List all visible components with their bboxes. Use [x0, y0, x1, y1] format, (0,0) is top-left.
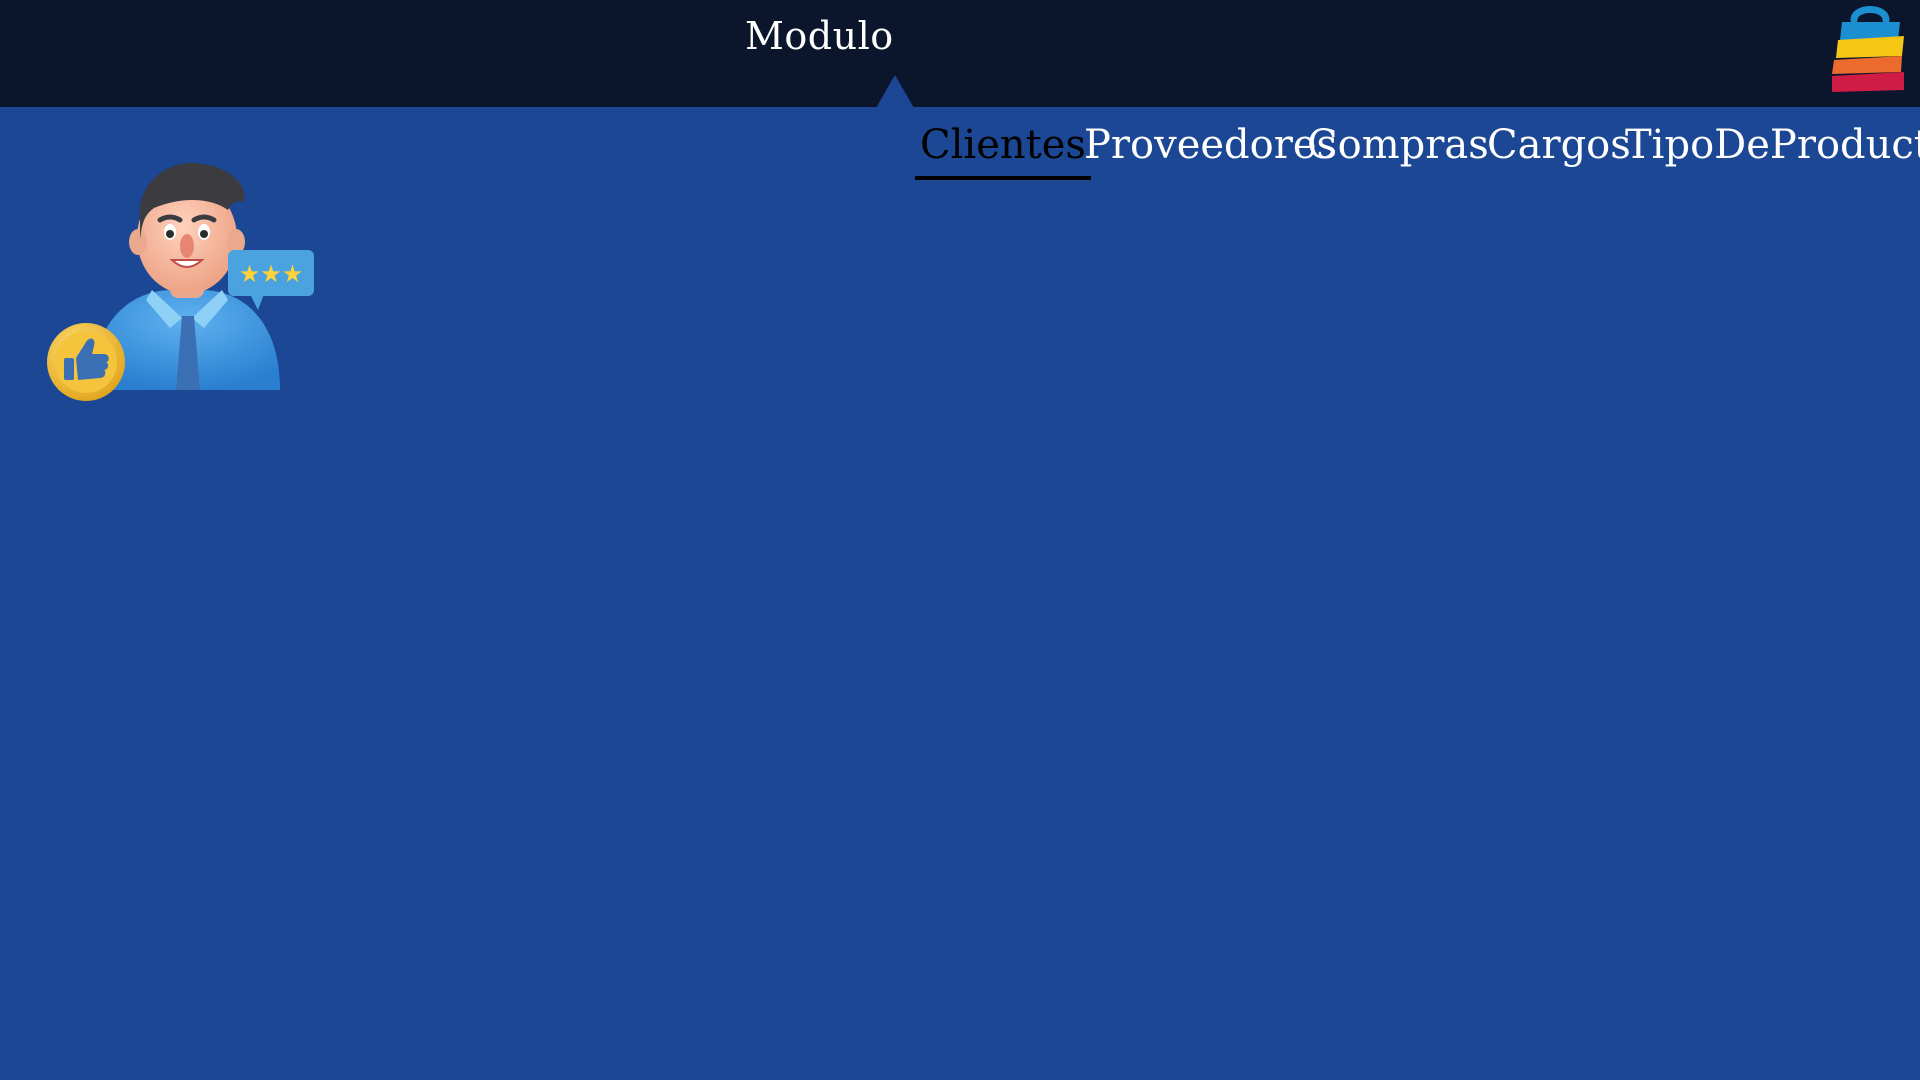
- top-bar: Modulo: [0, 0, 1920, 108]
- module-menu-toggle[interactable]: Modulo: [745, 14, 894, 58]
- shopping-bag-logo-icon: [1832, 6, 1904, 92]
- tab-compras[interactable]: Compras: [1302, 122, 1494, 176]
- svg-text:★★★: ★★★: [239, 260, 304, 288]
- tab-tipodeproducto[interactable]: TipoDeProducto: [1620, 122, 1920, 176]
- thumbs-up-icon: [47, 323, 125, 401]
- module-caret-indicator: [876, 75, 914, 108]
- tab-clientes[interactable]: Clientes: [915, 122, 1091, 180]
- tab-cargos[interactable]: Cargos: [1482, 122, 1636, 176]
- customer-avatar-icon: ★★★: [47, 163, 314, 401]
